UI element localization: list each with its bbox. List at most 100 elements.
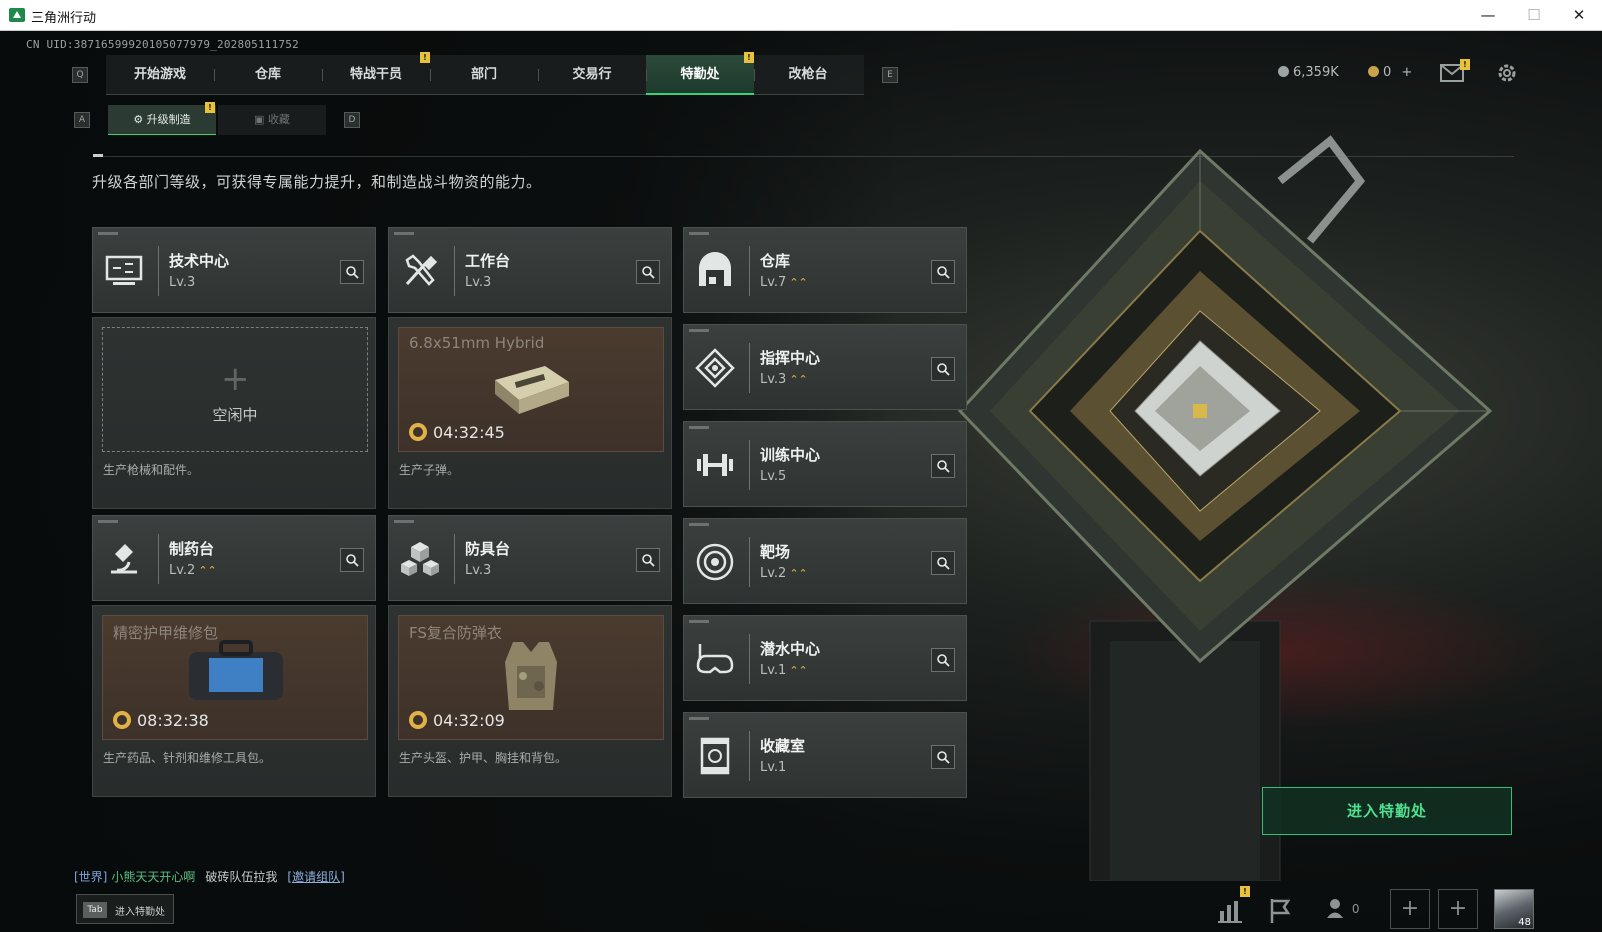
minimize-button[interactable]: — [1465,0,1511,30]
tab-start-game[interactable]: 开始游戏 [106,55,214,95]
card-separator [158,246,159,296]
timer-wrench-icon [409,423,427,441]
inspect-button[interactable] [636,548,660,572]
production-panel-workbench[interactable]: 6.8x51mm Hybrid 04:32:45 生产子弹。 [388,317,672,509]
inspect-button[interactable] [931,260,955,284]
tab-gunsmith[interactable]: 改枪台 [754,55,862,95]
facility-card-armor-bench[interactable]: 防具台 Lv.3 [388,515,672,601]
magnifier-icon [642,554,655,567]
add-production-icon: + [221,359,250,399]
cubes-icon [401,542,439,576]
magnifier-icon [937,460,950,473]
world-chat-line[interactable]: [世界] 小熊天天开心啊 破砖队伍拉我 [邀请组队] [74,868,345,885]
facility-name: 指挥中心 [760,349,821,367]
window-title: 三角洲行动 [31,11,97,26]
inspect-button[interactable] [931,745,955,769]
gold-currency[interactable]: 0 + [1368,65,1412,80]
card-tag [394,520,414,523]
facility-level: Lv.1 ⌃⌃ [760,663,808,678]
tab-operators[interactable]: 特战干员 [322,55,430,95]
inspect-button[interactable] [931,357,955,381]
card-separator [749,731,750,781]
card-separator [749,440,750,490]
level-text: Lv.1 [760,663,787,678]
subnav-prev-key-hint: A [74,112,90,128]
production-item-name: FS复合防弹衣 [409,624,502,642]
add-teammate-slot-2[interactable]: + [1438,889,1478,929]
facility-card-warehouse[interactable]: 仓库 Lv.7 ⌃⌃ [683,227,967,313]
gold-add-button[interactable]: + [1401,65,1412,80]
production-panel-pharmacy[interactable]: 精密护甲维修包 08:32:38 生产药品、针剂和维修工具包。 [92,605,376,797]
inspect-button[interactable] [636,260,660,284]
facility-name: 制药台 [169,540,215,558]
card-tag [689,717,709,720]
production-timer: 08:32:38 [113,711,209,730]
app-logo-icon [9,8,25,22]
facility-card-tech-center[interactable]: 技术中心 Lv.3 [92,227,376,313]
chat-sender[interactable]: 小熊天天开心啊 [111,870,195,884]
facility-card-collection-room[interactable]: 收藏室 Lv.1 [683,712,967,798]
enter-special-ops-button[interactable]: 进入特勤处 [1262,787,1512,835]
game-viewport: CN UID:38716599920105077979_202805111752… [0,31,1602,932]
tab-departments[interactable]: 部门 [430,55,538,95]
production-slot[interactable]: 精密护甲维修包 08:32:38 [102,615,368,740]
friends-button[interactable]: 0 [1326,897,1359,919]
inspect-button[interactable] [931,551,955,575]
tab-trading[interactable]: 交易行 [538,55,646,95]
header-divider-tick [93,154,103,157]
production-panel-armor-bench[interactable]: FS复合防弹衣 04:32:09 生产头盔、护甲、胸挂和背包。 [388,605,672,797]
subnav-next-key-hint: D [344,112,360,128]
tab-special-ops[interactable]: 特勤处 [646,55,754,95]
card-separator [454,534,455,584]
close-button[interactable]: ✕ [1556,0,1602,30]
settings-gear-icon[interactable] [1496,62,1518,84]
inspect-button[interactable] [340,260,364,284]
facility-name: 工作台 [465,252,511,270]
tab-collection[interactable]: ▣ 收藏 [218,105,326,135]
stats-alert-badge: ! [1240,886,1250,897]
tab-upgrade-craft[interactable]: ⚙ 升级制造 [108,105,216,135]
facility-card-training-center[interactable]: 训练中心 Lv.5 [683,421,967,507]
facility-card-workbench[interactable]: 工作台 Lv.3 [388,227,672,313]
stats-chart-icon[interactable] [1214,895,1246,927]
flag-icon[interactable] [1264,895,1296,927]
facility-level: Lv.2 ⌃⌃ [760,566,808,581]
magnifier-icon [346,266,359,279]
facility-card-shooting-range[interactable]: 靶场 Lv.2 ⌃⌃ [683,518,967,604]
idle-slot[interactable]: + 空闲中 [102,327,368,452]
chat-invite-link[interactable]: [邀请组队] [287,870,344,884]
facility-name: 靶场 [760,543,791,561]
facility-name: 技术中心 [169,252,230,270]
diving-mask-icon [696,644,734,674]
add-teammate-slot-1[interactable]: + [1390,889,1430,929]
production-slot[interactable]: 6.8x51mm Hybrid 04:32:45 [398,327,664,452]
tab-hint-button[interactable]: Tab 进入特勤处 [76,894,174,924]
production-timer: 04:32:09 [409,711,505,730]
special-ops-alert-badge: ! [744,52,754,63]
timer-text: 04:32:09 [433,711,505,730]
level-text: Lv.3 [169,275,196,290]
maximize-button[interactable]: ☐ [1511,0,1557,30]
card-separator [158,534,159,584]
tab-warehouse[interactable]: 仓库 [214,55,322,95]
silver-currency[interactable]: 6,359K [1278,65,1339,80]
friends-person-icon [1327,899,1343,918]
command-diamond-icon [695,348,735,388]
production-panel-tech-center[interactable]: + 空闲中 生产枪械和配件。 [92,317,376,509]
facility-card-diving-center[interactable]: 潜水中心 Lv.1 ⌃⌃ [683,615,967,701]
friends-count: 0 [1351,902,1360,916]
player-avatar[interactable]: 48 [1494,889,1534,929]
level-text: Lv.3 [465,563,492,578]
card-tag [394,232,414,235]
inspect-button[interactable] [931,454,955,478]
facility-card-pharmacy[interactable]: 制药台 Lv.2 ⌃⌃ [92,515,376,601]
facility-card-command-center[interactable]: 指挥中心 Lv.3 ⌃⌃ [683,324,967,410]
level-up-available-icon: ⌃⌃ [789,373,808,386]
level-up-available-icon: ⌃⌃ [789,567,808,580]
inspect-button[interactable] [931,648,955,672]
timer-wrench-icon [113,711,131,729]
production-slot[interactable]: FS复合防弹衣 04:32:09 [398,615,664,740]
inspect-button[interactable] [340,548,364,572]
production-item-name: 6.8x51mm Hybrid [409,334,545,352]
collection-icon: ▣ [254,113,268,126]
